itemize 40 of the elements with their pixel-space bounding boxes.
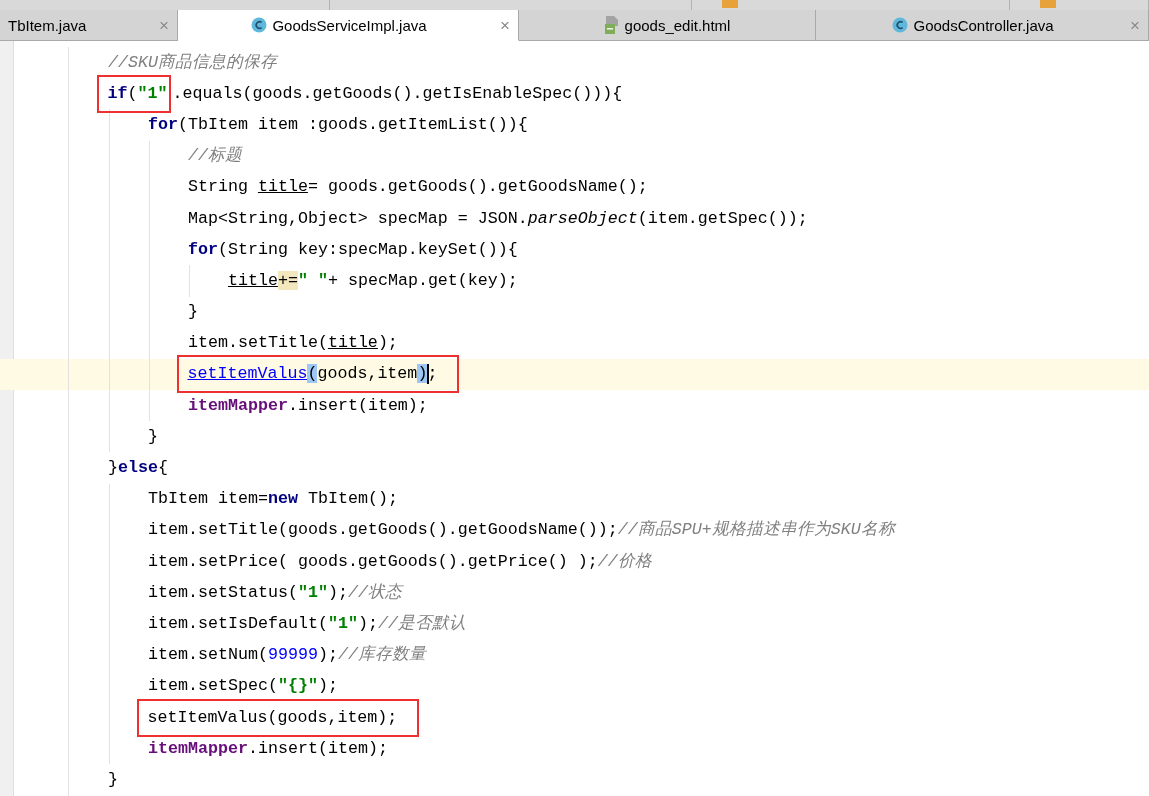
code-line: item.setSpec("{}"); <box>147 675 338 698</box>
code-fragment: .equals(goods.getGoods().getIsEnableSpec())){ <box>172 82 623 105</box>
code-line: Map<String,Object> specMap = JSON.parseObject(item.getSpec()); <box>187 207 808 230</box>
code-line: item.setTitle(goods.getGoods().getGoodsName());//商品SPU+规格描述串作为SKU名称 <box>147 519 895 542</box>
code-line: //标题 <box>187 145 242 168</box>
code-line: item.setPrice( goods.getGoods().getPrice() );//价格 <box>147 550 652 573</box>
code-line: setItemValus(goods,item); <box>147 706 398 729</box>
text-cursor-icon <box>427 364 430 385</box>
class-icon <box>892 17 909 33</box>
code-line: } <box>187 301 198 324</box>
code-line: TbItem item=new TbItem(); <box>147 488 398 511</box>
tab[interactable] <box>0 0 330 10</box>
code-line: item.setNum(99999);//库存数量 <box>147 644 426 667</box>
code-line: for(TbItem item :goods.getItemList()){ <box>147 113 528 136</box>
code-line: title+=" "+ specMap.get(key); <box>227 269 518 292</box>
code-line: }else{ <box>108 457 168 480</box>
code-line: } <box>108 768 118 791</box>
file-icon <box>722 0 738 8</box>
tab[interactable] <box>692 0 1010 10</box>
tab[interactable]: GoodsController.java × <box>816 10 1149 41</box>
code-line: item.setIsDefault("1");//是否默认 <box>147 612 466 635</box>
tab[interactable] <box>1010 0 1149 10</box>
code-line: setItemValus(goods,item); <box>187 363 438 386</box>
tab[interactable]: GoodsServiceImpl.java × <box>178 10 519 41</box>
code-line: itemMapper.insert(item); <box>187 394 428 417</box>
code-line: for(String key:specMap.keySet()){ <box>187 238 518 261</box>
code-line: //SKU商品信息的保存 <box>108 51 277 74</box>
code-fragment: if("1" <box>107 82 168 105</box>
tab[interactable]: goods_edit.html <box>519 10 816 41</box>
tab[interactable] <box>330 0 692 10</box>
file-icon <box>1040 0 1056 8</box>
code-line: } <box>147 425 158 448</box>
code-line: String title= goods.getGoods().getGoodsName(); <box>187 176 648 199</box>
close-button[interactable]: × <box>500 16 510 34</box>
code-line: item.setTitle(title); <box>187 332 398 355</box>
code-line: itemMapper.insert(item); <box>147 737 388 760</box>
file-icon <box>603 16 620 34</box>
class-icon <box>251 17 268 33</box>
tab[interactable]: TbItem.java × <box>0 10 178 41</box>
code-line: item.setStatus("1");//状态 <box>147 581 402 604</box>
